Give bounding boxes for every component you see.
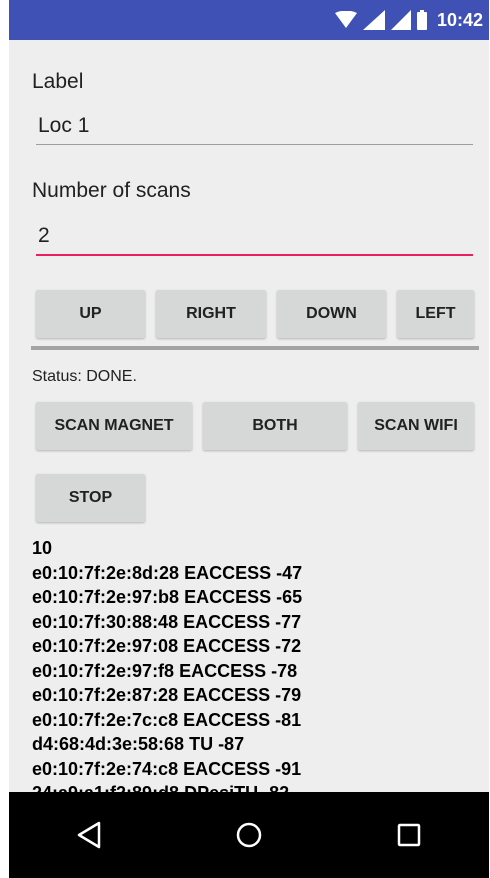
left-button[interactable]: LEFT bbox=[397, 290, 474, 338]
status-text: Status: DONE. bbox=[32, 368, 137, 385]
svg-text:R: R bbox=[368, 13, 374, 22]
label-underline bbox=[36, 144, 473, 145]
scans-field[interactable] bbox=[36, 224, 473, 256]
status-time: 10:42 bbox=[436, 9, 483, 30]
result-line: e0:10:7f:2e:7c:c8 EACCESS -81 bbox=[32, 709, 302, 730]
result-line: e0:10:7f:2e:97:b8 EACCESS -65 bbox=[32, 587, 303, 607]
both-button[interactable]: BOTH bbox=[203, 402, 347, 450]
down-button[interactable]: DOWN bbox=[277, 290, 386, 338]
result-line: e0:10:7f:2e:74:c8 EACCESS -91 bbox=[32, 758, 302, 779]
app-screen: R 10:42 Label Number of scans UP RIGHT D… bbox=[9, 0, 489, 878]
home-button[interactable] bbox=[219, 805, 279, 865]
results-count: 10 bbox=[32, 538, 53, 558]
signal-roaming-icon: R bbox=[362, 10, 385, 30]
back-button[interactable] bbox=[59, 805, 119, 865]
label-input[interactable] bbox=[36, 114, 473, 144]
status-bar: R 10:42 bbox=[9, 0, 489, 40]
up-button[interactable]: UP bbox=[36, 290, 145, 338]
scans-title: Number of scans bbox=[32, 179, 191, 202]
scan-wifi-button[interactable]: SCAN WIFI bbox=[358, 402, 474, 450]
back-icon bbox=[77, 821, 101, 849]
result-line: 24:a9:a1:f2:89:d8 DPesiTU -82 bbox=[32, 781, 472, 792]
stop-button[interactable]: STOP bbox=[36, 474, 145, 522]
battery-icon bbox=[416, 10, 427, 30]
scan-results: 10 e0:10:7f:2e:8d:28 EACCESS -47 e0:10:7… bbox=[32, 536, 472, 792]
status-icons: R 10:42 bbox=[334, 0, 483, 40]
main-content: Label Number of scans UP RIGHT DOWN LEFT… bbox=[9, 40, 489, 792]
scans-input[interactable] bbox=[36, 224, 473, 254]
right-button[interactable]: RIGHT bbox=[156, 290, 266, 338]
result-line: e0:10:7f:30:88:48 EACCESS -77 bbox=[32, 611, 302, 632]
recents-icon bbox=[397, 823, 421, 847]
scans-underline bbox=[36, 254, 473, 256]
scan-magnet-button[interactable]: SCAN MAGNET bbox=[36, 402, 192, 450]
wifi-icon bbox=[334, 11, 357, 28]
divider bbox=[31, 346, 479, 350]
result-line: e0:10:7f:2e:97:08 EACCESS -72 bbox=[32, 636, 302, 656]
result-line: d4:68:4d:3e:58:68 TU -87 bbox=[32, 734, 245, 754]
navigation-bar bbox=[9, 792, 489, 878]
label-title: Label bbox=[32, 70, 84, 93]
result-line: e0:10:7f:2e:87:28 EACCESS -79 bbox=[32, 685, 302, 705]
result-line: e0:10:7f:2e:8d:28 EACCESS -47 bbox=[32, 562, 303, 583]
label-field[interactable] bbox=[36, 114, 473, 145]
recents-button[interactable] bbox=[379, 805, 439, 865]
home-icon bbox=[236, 822, 262, 848]
result-line: e0:10:7f:2e:97:f8 EACCESS -78 bbox=[32, 660, 298, 681]
signal-icon bbox=[390, 10, 411, 30]
